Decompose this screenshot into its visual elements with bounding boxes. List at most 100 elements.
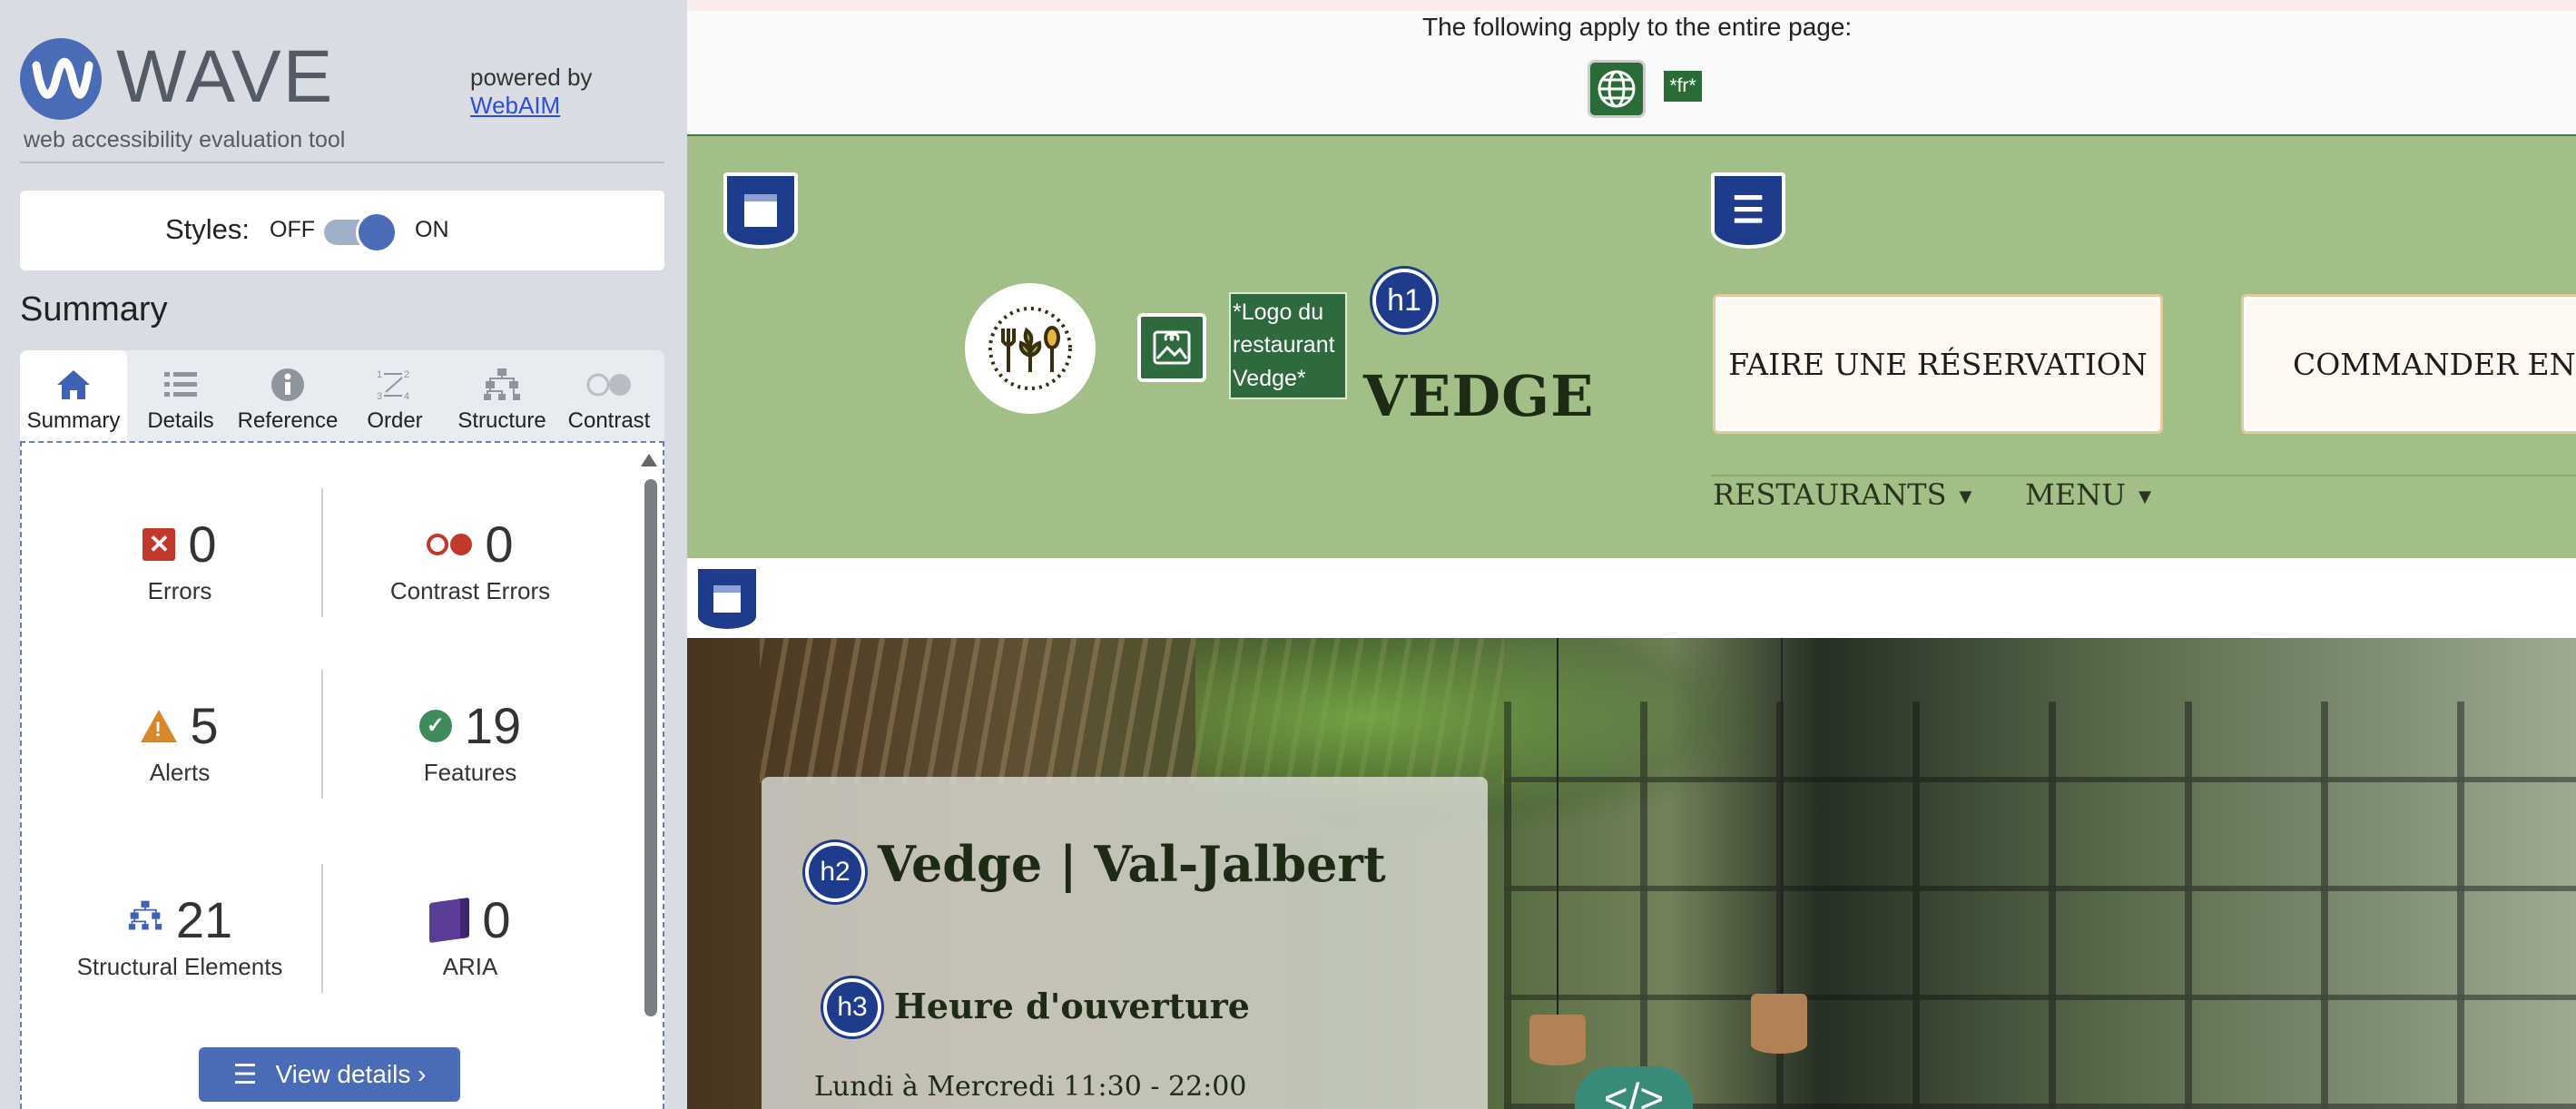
- main-region-strip: [687, 558, 2576, 638]
- tab-structure[interactable]: Structure: [448, 350, 556, 441]
- lamp-wire: [1557, 638, 1558, 1019]
- feature-check-icon: ✓: [418, 710, 452, 742]
- lamp-wire: [1781, 638, 1783, 996]
- styles-label: Styles:: [165, 213, 251, 245]
- stat-contrast-errors[interactable]: 0 Contrast Errors: [325, 515, 615, 605]
- svg-text:1: 1: [377, 369, 382, 380]
- stat-structural[interactable]: 21 Structural Elements: [34, 891, 325, 981]
- pendant-lamp: [1751, 994, 1807, 1054]
- structure-icon: [127, 898, 163, 943]
- view-details-button[interactable]: ☰ View details ›: [199, 1047, 460, 1102]
- hours-heading: Heure d'ouverture: [894, 986, 1250, 1026]
- alerts-count: 5: [190, 697, 219, 754]
- powered-by: powered by WebAIM: [470, 64, 592, 120]
- order-icon: 1 2 3 4: [341, 365, 448, 405]
- tab-reference[interactable]: Reference: [234, 350, 341, 441]
- language-globe-icon[interactable]: [1588, 60, 1646, 118]
- linked-image-icon[interactable]: [1137, 313, 1206, 382]
- tab-label: Order: [367, 408, 423, 433]
- errors-count: 0: [188, 515, 217, 573]
- site-header: ☰ *Logo du restaurant Vedge* h1 VEDGE FA…: [687, 136, 2576, 558]
- tab-label: Structure: [457, 408, 546, 433]
- location-card: [762, 777, 1488, 1109]
- stat-alerts[interactable]: ! 5 Alerts: [34, 697, 325, 787]
- language-badge: *fr*: [1664, 71, 1702, 102]
- nav-menu[interactable]: MENU ▼: [2025, 477, 2151, 512]
- aria-icon: [429, 897, 470, 944]
- features-label: Features: [423, 759, 517, 786]
- tab-summary[interactable]: Summary: [20, 350, 127, 441]
- caret-down-icon: ▼: [1959, 487, 1972, 506]
- stat-aria[interactable]: 0 ARIA: [325, 891, 615, 981]
- errors-label: Errors: [147, 577, 212, 604]
- aria-label: ARIA: [442, 953, 498, 980]
- location-heading: Vedge | Val-Jalbert: [878, 835, 1386, 893]
- tab-order[interactable]: 1 2 3 4 Order: [341, 350, 448, 441]
- summary-panel: ✕ 0 Errors 0 Contrast Errors ! 5 Alerts …: [20, 441, 664, 1109]
- main-region-icon[interactable]: [694, 565, 760, 633]
- svg-text:2: 2: [404, 369, 409, 380]
- evaluated-page: The following apply to the entire page: …: [687, 0, 2576, 1109]
- styles-off-label: OFF: [270, 217, 315, 242]
- structure-icon: [448, 365, 556, 405]
- list-icon: [127, 365, 234, 405]
- tab-contrast[interactable]: Contrast: [556, 350, 663, 441]
- order-online-button[interactable]: COMMANDER EN LIGNE: [2241, 294, 2576, 434]
- contrast-errors-label: Contrast Errors: [389, 577, 551, 604]
- tab-label: Reference: [237, 408, 339, 433]
- home-icon: [20, 365, 127, 405]
- styles-toggle-knob[interactable]: [356, 211, 398, 253]
- hero-window-grid: [1504, 702, 2576, 1109]
- nav-restaurants-label: RESTAURANTS: [1713, 477, 1947, 512]
- entire-page-notice: The following apply to the entire page:: [1422, 13, 1853, 41]
- h1-badge[interactable]: h1: [1372, 269, 1436, 332]
- stat-errors[interactable]: ✕ 0 Errors: [34, 515, 325, 605]
- divider: [20, 162, 664, 163]
- nav-menu-label: MENU: [2025, 477, 2127, 512]
- features-count: 19: [464, 697, 522, 754]
- alert-icon: !: [141, 710, 178, 742]
- hours-text: Lundi à Mercredi 11:30 - 22:00: [814, 1071, 1247, 1103]
- contrast-icon: [556, 365, 663, 405]
- scroll-up-arrow-icon[interactable]: [641, 454, 657, 466]
- wave-sidebar: WAVE web accessibility evaluation tool p…: [0, 0, 687, 1109]
- nav-restaurants[interactable]: RESTAURANTS ▼: [1713, 477, 1971, 512]
- info-icon: [234, 365, 341, 405]
- logo-alt-text: *Logo du restaurant Vedge*: [1229, 292, 1347, 399]
- pendant-lamp: [1529, 1015, 1586, 1065]
- view-details-label: View details ›: [275, 1060, 427, 1088]
- styles-on-label: ON: [415, 217, 449, 242]
- list-icon: ☰: [232, 1059, 258, 1090]
- h3-badge[interactable]: h3: [823, 978, 881, 1036]
- header-region-icon[interactable]: [723, 172, 798, 249]
- aria-count: 0: [482, 891, 511, 948]
- tab-label: Details: [147, 408, 214, 433]
- caret-down-icon: ▼: [2138, 487, 2151, 506]
- error-icon: ✕: [143, 528, 176, 561]
- app-title: WAVE: [116, 35, 335, 118]
- scrollbar-thumb[interactable]: [644, 479, 657, 1016]
- structural-count: 21: [175, 891, 233, 948]
- navigation-region-icon[interactable]: ☰: [1711, 172, 1785, 249]
- structural-label: Structural Elements: [76, 953, 283, 980]
- reservation-button[interactable]: FAIRE UNE RÉSERVATION: [1713, 294, 2163, 434]
- restaurant-logo[interactable]: [965, 283, 1096, 414]
- app-subtitle: web accessibility evaluation tool: [24, 127, 346, 152]
- styles-toggle-panel: Styles: OFF ON: [20, 191, 664, 270]
- code-badge[interactable]: </>: [1575, 1066, 1693, 1109]
- webaim-link[interactable]: WebAIM: [470, 92, 592, 120]
- site-title: VEDGE: [1363, 363, 1595, 429]
- tab-details[interactable]: Details: [127, 350, 234, 441]
- nav-divider: [1711, 475, 2576, 476]
- alerts-label: Alerts: [149, 759, 211, 786]
- svg-text:3: 3: [377, 391, 382, 402]
- powered-by-label: powered by: [470, 64, 593, 91]
- tab-bar: Summary Details Reference 1 2 3 4 Order Str…: [20, 350, 664, 441]
- summary-heading: Summary: [20, 290, 168, 329]
- page-level-notices: The following apply to the entire page: …: [687, 11, 2576, 136]
- tab-label: Summary: [26, 408, 121, 433]
- h2-badge[interactable]: h2: [805, 842, 865, 902]
- svg-text:4: 4: [404, 391, 409, 402]
- contrast-errors-count: 0: [485, 515, 514, 573]
- stat-features[interactable]: ✓ 19 Features: [325, 697, 615, 787]
